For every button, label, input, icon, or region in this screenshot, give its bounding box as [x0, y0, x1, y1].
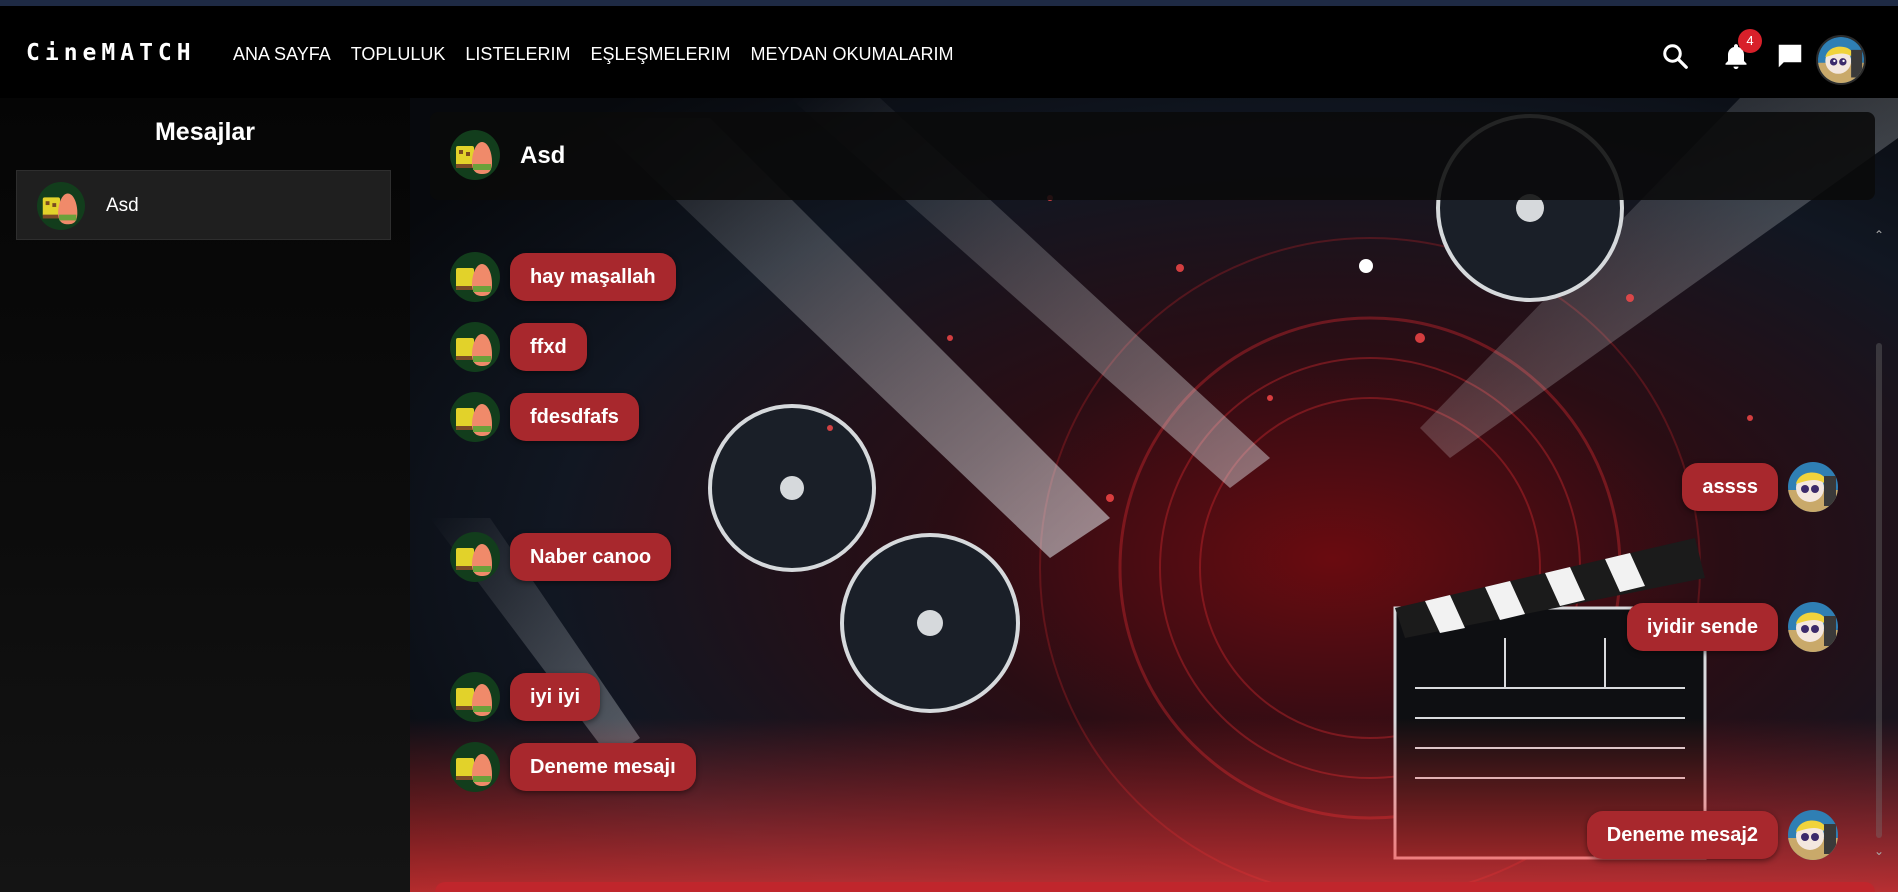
my-avatar: [1788, 810, 1838, 860]
sender-avatar: [450, 252, 500, 302]
message-bubble: fdesdfafs: [510, 393, 639, 441]
nav-link-ana-sayfa[interactable]: ANA SAYFA: [233, 44, 331, 65]
scroll-up-arrow-icon[interactable]: ⌃: [1872, 228, 1886, 242]
my-avatar: [1788, 602, 1838, 652]
chat-contact-name: Asd: [520, 142, 566, 169]
notification-badge: 4: [1738, 29, 1762, 53]
nav-link-listelerim[interactable]: LISTELERIM: [465, 44, 570, 65]
contact-avatar[interactable]: [450, 130, 500, 180]
app-logo[interactable]: CineMATCH: [26, 40, 196, 66]
messages-scrollbar[interactable]: ⌃ ⌄: [1872, 228, 1886, 858]
contact-avatar: [37, 182, 85, 230]
nav-link-eslesmelerim[interactable]: EŞLEŞMELERIM: [590, 44, 730, 65]
sidebar-title: Mesajlar: [154, 118, 256, 146]
message-row: iyi iyi: [450, 672, 601, 722]
message-bubble: Deneme mesaj2: [1586, 811, 1778, 859]
chat-icon[interactable]: [1775, 41, 1805, 71]
sender-avatar: [450, 672, 500, 722]
message-row: Deneme mesajı: [450, 742, 696, 792]
message-bubble: iyidir sende: [1626, 603, 1778, 651]
message-bubble: ffxd: [510, 323, 587, 371]
message-bubble: assss: [1682, 463, 1778, 511]
message-bubble: Deneme mesajı: [510, 743, 696, 791]
message-row: iyidir sende: [1626, 602, 1838, 652]
message-bubble: Naber canoo: [510, 533, 672, 581]
my-avatar: [1788, 462, 1838, 512]
sender-avatar: [450, 532, 500, 582]
message-row: Naber canoo: [450, 532, 672, 582]
conversations-sidebar: Mesajlar Asd: [0, 98, 410, 892]
conversation-name: Asd: [106, 195, 139, 216]
conversation-item[interactable]: Asd: [16, 170, 391, 240]
message-row: ffxd: [450, 322, 587, 372]
message-row: assss: [1682, 462, 1838, 512]
message-input[interactable]: [435, 882, 1875, 892]
sender-avatar: [450, 392, 500, 442]
search-icon[interactable]: [1660, 41, 1690, 71]
scroll-thumb[interactable]: [1876, 343, 1882, 838]
message-row: fdesdfafs: [450, 392, 639, 442]
scroll-down-arrow-icon[interactable]: ⌄: [1872, 844, 1886, 858]
nav-link-topluluk[interactable]: TOPLULUK: [351, 44, 446, 65]
sender-avatar: [450, 322, 500, 372]
user-avatar[interactable]: [1816, 35, 1866, 85]
nav-link-meydan-okumalarim[interactable]: MEYDAN OKUMALARIM: [751, 44, 954, 65]
chat-panel: Asd hay maşallah ffxd fdesdfafs assss Na…: [410, 98, 1898, 892]
navbar: CineMATCH ANA SAYFA TOPLULUK LISTELERIM …: [0, 6, 1898, 98]
message-row: Deneme mesaj2: [1586, 810, 1838, 860]
message-row: hay maşallah: [450, 252, 676, 302]
chat-header: Asd: [430, 112, 1875, 200]
nav-links: ANA SAYFA TOPLULUK LISTELERIM EŞLEŞMELER…: [233, 44, 954, 65]
message-bubble: iyi iyi: [510, 673, 601, 721]
message-bubble: hay maşallah: [510, 253, 676, 301]
sender-avatar: [450, 742, 500, 792]
